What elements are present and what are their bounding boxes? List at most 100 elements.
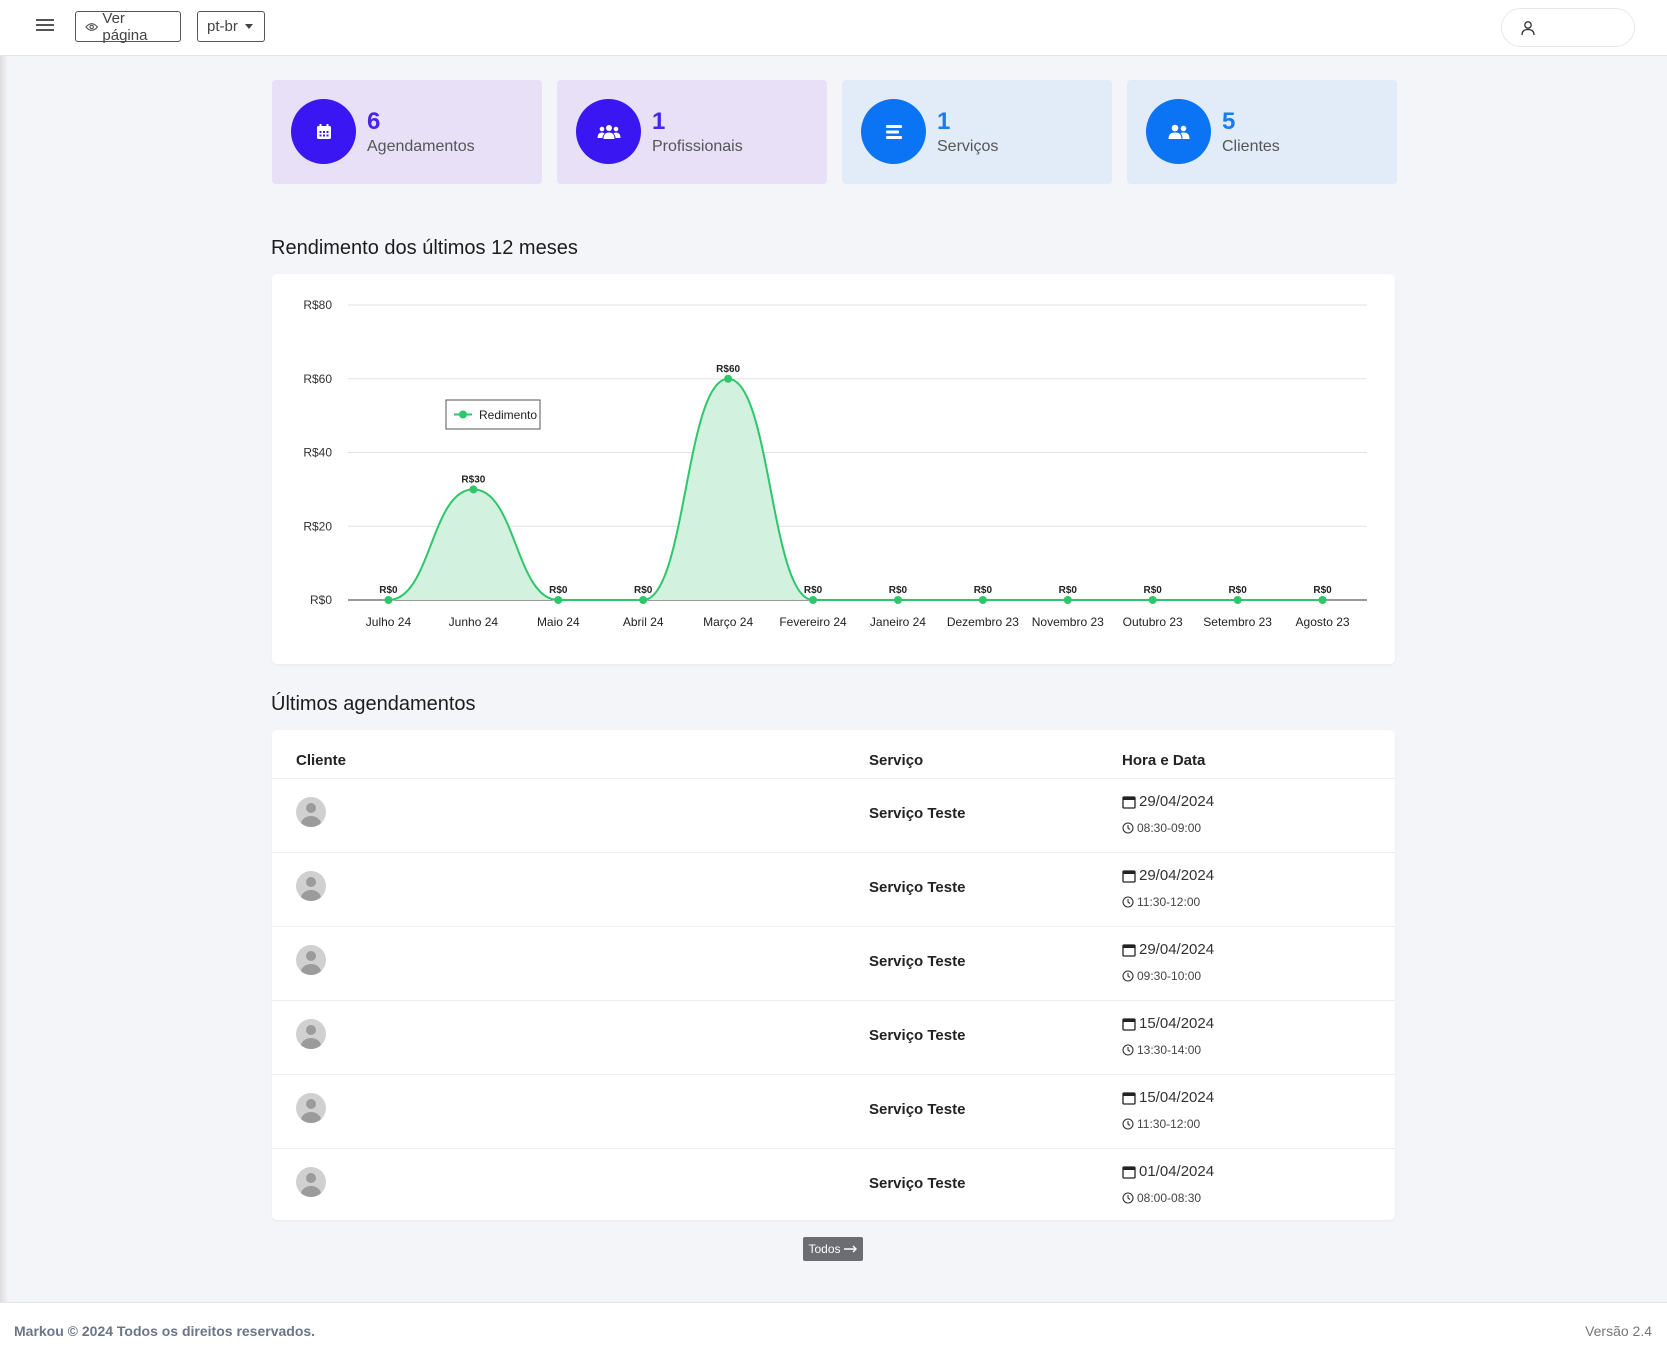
x-tick-label: Maio 24: [537, 615, 580, 629]
appointment-time: 09:30-10:00: [1122, 969, 1201, 983]
y-tick-label: R$60: [303, 372, 332, 386]
list-icon: [861, 99, 926, 164]
date-value: 29/04/2024: [1139, 793, 1215, 810]
view-page-button[interactable]: Ver página: [75, 9, 181, 44]
view-page-label: Ver página: [102, 9, 148, 44]
service-name: Serviço Teste: [869, 879, 966, 896]
calendar-icon: [1122, 1165, 1136, 1179]
appointment-date: 29/04/2024: [1122, 867, 1214, 884]
stat-card-professionals[interactable]: 1 Profissionais: [557, 80, 827, 184]
clock-icon: [1122, 822, 1134, 834]
service-name: Serviço Teste: [869, 805, 966, 822]
data-point: [1318, 596, 1327, 604]
table-row[interactable]: Serviço Teste 29/04/2024 08:30-09:00: [272, 778, 1395, 852]
date-value: 29/04/2024: [1139, 941, 1215, 958]
language-dropdown[interactable]: pt-br: [197, 11, 265, 42]
appointments-table: Cliente Serviço Hora e Data Serviço Test…: [272, 730, 1395, 1220]
date-value: 29/04/2024: [1139, 867, 1215, 884]
data-point: [978, 596, 987, 604]
language-value: pt-br: [207, 18, 238, 35]
table-row[interactable]: Serviço Teste 29/04/2024 11:30-12:00: [272, 852, 1395, 926]
column-header-client: Cliente: [296, 752, 347, 769]
table-row[interactable]: Serviço Teste 15/04/2024 11:30-12:00: [272, 1074, 1395, 1148]
table-row[interactable]: Serviço Teste 01/04/2024 08:00-08:30: [272, 1148, 1395, 1222]
appointments-section-title: Últimos agendamentos: [271, 693, 476, 715]
data-label: R$0: [1144, 585, 1163, 596]
x-tick-label: Novembro 23: [1032, 615, 1104, 629]
arrow-right-icon: [843, 1245, 857, 1253]
footer: Markou © 2024 Todos os direitos reservad…: [0, 1302, 1667, 1356]
stat-value: 6: [367, 108, 381, 135]
calendar-icon: [1122, 869, 1136, 883]
avatar: [296, 871, 326, 901]
data-point: [384, 596, 393, 604]
data-label: R$0: [974, 585, 993, 596]
avatar: [296, 797, 326, 827]
time-value: 09:30-10:00: [1137, 969, 1202, 983]
stat-label: Agendamentos: [367, 138, 475, 155]
appointment-date: 01/04/2024: [1122, 1163, 1214, 1180]
service-name: Serviço Teste: [869, 953, 966, 970]
y-tick-label: R$20: [303, 519, 332, 533]
stat-card-services[interactable]: 1 Serviços: [842, 80, 1112, 184]
x-tick-label: Outubro 23: [1123, 615, 1183, 629]
date-value: 15/04/2024: [1139, 1015, 1215, 1032]
appointment-date: 29/04/2024: [1122, 941, 1214, 958]
all-appointments-button[interactable]: Todos: [803, 1237, 863, 1261]
date-value: 15/04/2024: [1139, 1089, 1215, 1106]
stat-label: Profissionais: [652, 138, 743, 155]
data-point: [639, 596, 648, 604]
table-row[interactable]: Serviço Teste 29/04/2024 09:30-10:00: [272, 926, 1395, 1000]
service-name: Serviço Teste: [869, 1175, 966, 1192]
revenue-chart-card: R$0 R$20 R$40 R$60 R$80 R$0 Julho 24 R$30 Junho …: [272, 274, 1395, 664]
copyright-text: Markou © 2024 Todos os direitos reservad…: [14, 1323, 316, 1339]
stat-card-clients[interactable]: 5 Clientes: [1127, 80, 1397, 184]
avatar: [296, 1019, 326, 1049]
appointment-date: 15/04/2024: [1122, 1089, 1214, 1106]
stat-label: Clientes: [1222, 138, 1280, 155]
x-tick-label: Abril 24: [623, 615, 664, 629]
user-icon: [1521, 21, 1535, 36]
x-tick-label: Dezembro 23: [947, 615, 1019, 629]
eye-icon: [85, 22, 99, 31]
x-tick-label: Agosto 23: [1296, 615, 1350, 629]
version-text: Versão 2.4: [1585, 1323, 1652, 1339]
table-row[interactable]: Serviço Teste 15/04/2024 13:30-14:00: [272, 1000, 1395, 1074]
appointment-date: 29/04/2024: [1122, 793, 1214, 810]
column-header-service: Serviço: [869, 752, 924, 769]
data-point: [893, 596, 902, 604]
y-tick-label: R$0: [310, 593, 332, 607]
appointment-date: 15/04/2024: [1122, 1015, 1214, 1032]
clock-icon: [1122, 1044, 1134, 1056]
avatar: [296, 1093, 326, 1123]
data-label: R$0: [549, 585, 568, 596]
user-menu[interactable]: [1501, 8, 1635, 47]
stat-value: 5: [1222, 108, 1236, 135]
revenue-chart: R$0 R$20 R$40 R$60 R$80 R$0 Julho 24 R$30 Junho …: [303, 298, 1367, 629]
avatar: [296, 1167, 326, 1197]
appointment-time: 08:00-08:30: [1122, 1191, 1201, 1205]
calendar-icon: [1122, 943, 1136, 957]
column-header-datetime: Hora e Data: [1122, 752, 1206, 769]
time-value: 11:30-12:00: [1137, 895, 1201, 909]
data-point: [554, 596, 563, 604]
date-value: 01/04/2024: [1139, 1163, 1215, 1180]
user-group-icon: [1146, 99, 1211, 164]
clock-icon: [1122, 1192, 1134, 1204]
data-point: [1233, 596, 1242, 604]
hamburger-menu-icon[interactable]: [36, 16, 54, 34]
stat-value: 1: [937, 108, 951, 135]
chevron-down-icon: [244, 24, 253, 29]
data-point: [724, 374, 733, 383]
data-label: R$0: [1228, 585, 1247, 596]
data-label: R$0: [1313, 585, 1332, 596]
data-point: [469, 485, 478, 494]
service-name: Serviço Teste: [869, 1027, 966, 1044]
data-label: R$0: [804, 585, 823, 596]
users-icon: [576, 99, 641, 164]
appointment-time: 08:30-09:00: [1122, 821, 1201, 835]
x-tick-label: Setembro 23: [1203, 615, 1272, 629]
stat-card-appointments[interactable]: 6 Agendamentos: [272, 80, 542, 184]
time-value: 08:00-08:30: [1137, 1191, 1202, 1205]
data-label: R$0: [889, 585, 908, 596]
